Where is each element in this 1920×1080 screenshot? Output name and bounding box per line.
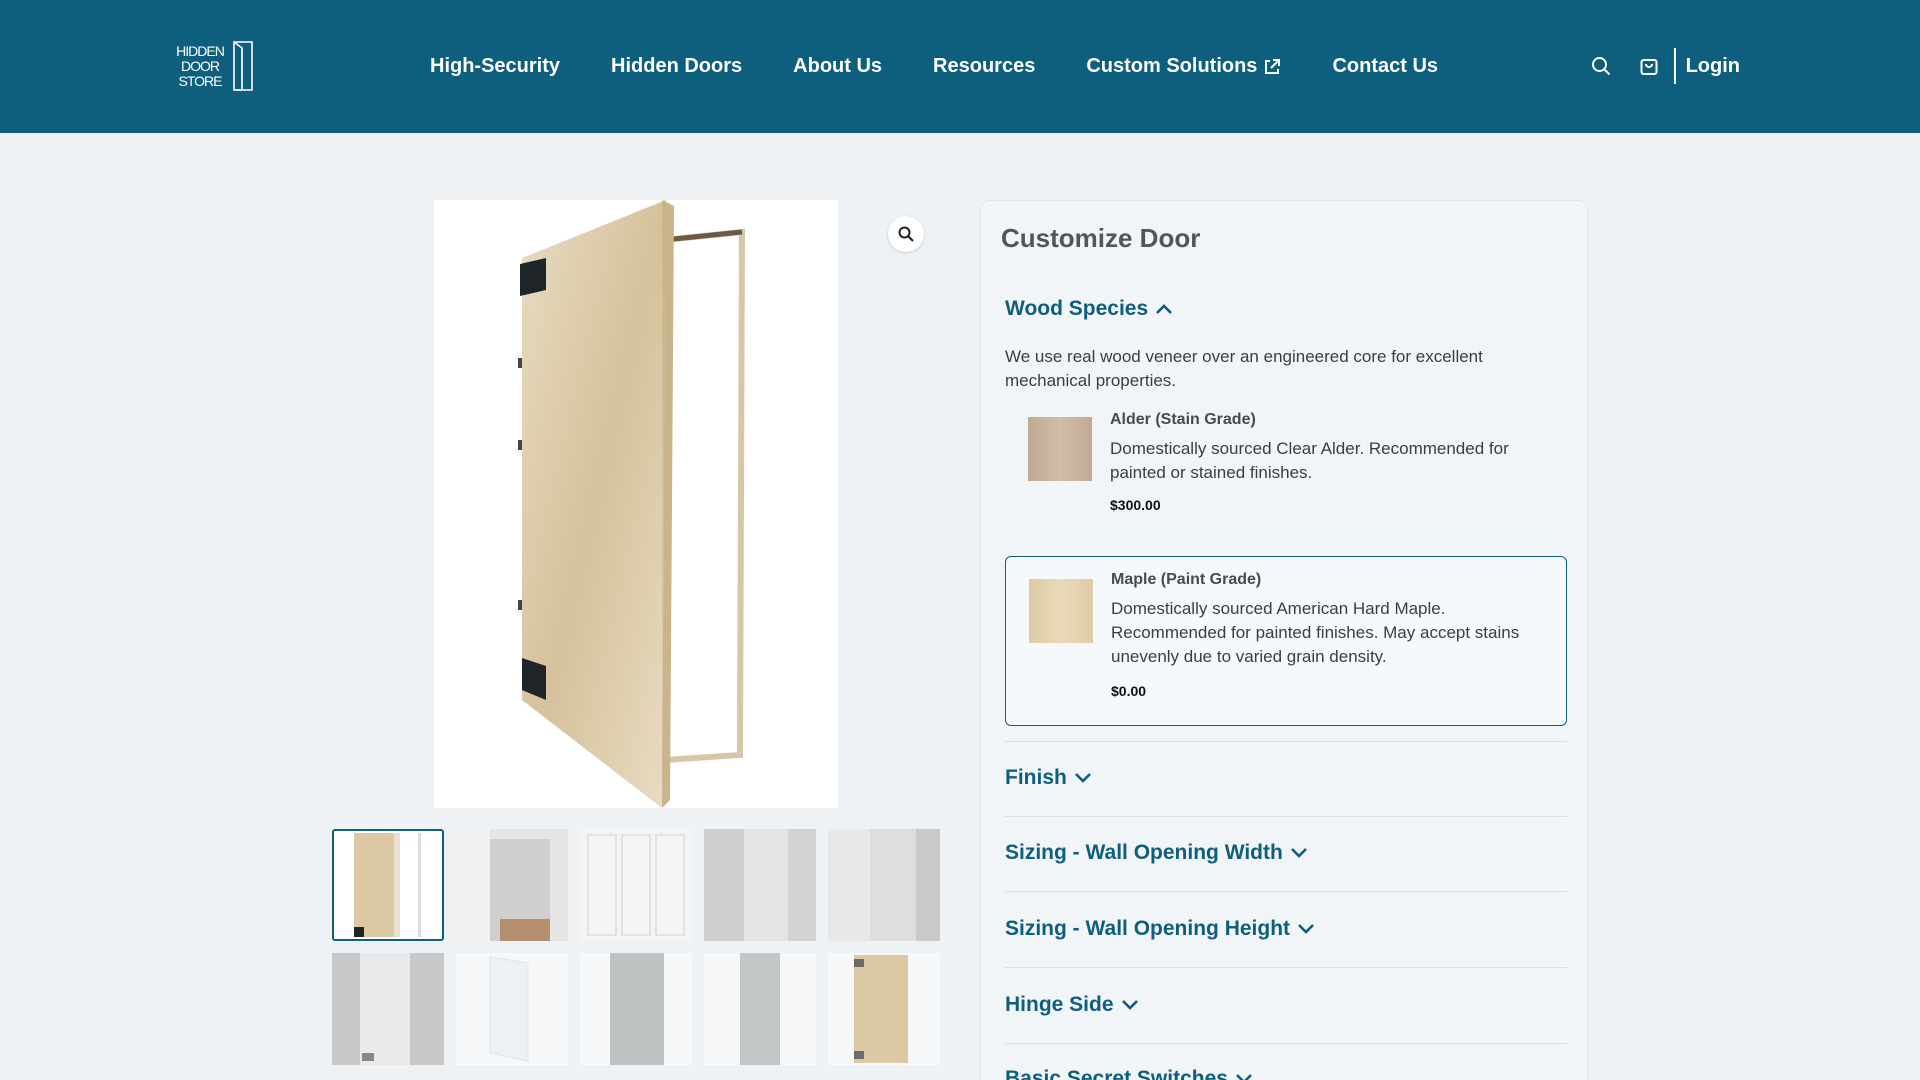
main-nav: High-Security Hidden Doors About Us Reso… [430, 0, 1489, 133]
section-divider [1005, 967, 1567, 968]
header-divider [1673, 48, 1676, 84]
section-wall-opening-height[interactable]: Sizing - Wall Opening Height [1005, 917, 1315, 941]
wood-species-description: We use real wood veneer over an engineer… [1005, 347, 1483, 390]
chevron-up-icon [1155, 303, 1173, 315]
thumbnail-5[interactable] [828, 829, 940, 941]
thumbnail-6[interactable] [332, 953, 444, 1065]
main-product-image[interactable] [434, 200, 838, 808]
option-description: Domestically sourced Clear Alder. Recomm… [1110, 439, 1509, 482]
logo-wordmark: HIDDEN DOOR STORE [176, 42, 225, 89]
customize-panel: Customize Door Wood Species We use real … [980, 200, 1588, 1080]
thumbnail-3[interactable] [580, 829, 692, 941]
chevron-down-icon [1235, 1073, 1253, 1080]
thumbnail-7[interactable] [456, 953, 568, 1065]
section-divider [1005, 891, 1567, 892]
section-wood-species[interactable]: Wood Species [1005, 297, 1173, 321]
thumbnail-2[interactable] [456, 829, 568, 941]
option-alder[interactable]: Alder (Stain Grade) Domestically sourced… [1005, 401, 1567, 521]
login-link[interactable]: Login [1686, 55, 1740, 78]
search-icon[interactable] [1590, 55, 1612, 77]
chevron-down-icon [1290, 847, 1308, 859]
maple-swatch [1029, 579, 1093, 643]
option-maple[interactable]: Maple (Paint Grade) Domestically sourced… [1005, 556, 1567, 726]
thumbnail-1[interactable] [332, 829, 444, 941]
thumbnail-4[interactable] [704, 829, 816, 941]
door-product-illustration [518, 200, 746, 808]
site-header: HIDDEN DOOR STORE High-Security Hidden D… [0, 0, 1920, 133]
nav-item-custom-solutions[interactable]: Custom Solutions [1086, 55, 1281, 78]
option-price: $0.00 [1111, 683, 1147, 699]
site-logo[interactable]: HIDDEN DOOR STORE [170, 38, 266, 94]
nav-item-contact-us[interactable]: Contact Us [1332, 55, 1438, 78]
nav-item-resources[interactable]: Resources [933, 55, 1035, 78]
option-name: Maple (Paint Grade) [1111, 571, 1262, 588]
magnifier-icon [898, 226, 914, 242]
thumbnail-9[interactable] [704, 953, 816, 1065]
shopping-bag-icon[interactable] [1638, 55, 1660, 77]
door-logo-icon [233, 41, 253, 91]
option-price: $300.00 [1110, 497, 1161, 513]
thumbnail-8[interactable] [580, 953, 692, 1065]
chevron-down-icon [1121, 999, 1139, 1011]
nav-item-hidden-doors[interactable]: Hidden Doors [611, 55, 742, 78]
nav-item-about-us[interactable]: About Us [793, 55, 882, 78]
section-finish[interactable]: Finish [1005, 766, 1092, 790]
option-description: Domestically sourced American Hard Maple… [1111, 599, 1520, 666]
zoom-button[interactable] [888, 216, 924, 252]
nav-item-high-security[interactable]: High-Security [430, 55, 560, 78]
header-actions: Login [1564, 48, 1740, 84]
thumbnail-10[interactable] [828, 953, 940, 1065]
section-divider [1005, 1043, 1567, 1044]
section-basic-secret-switches[interactable]: Basic Secret Switches [1005, 1067, 1253, 1080]
chevron-down-icon [1074, 772, 1092, 784]
chevron-down-icon [1297, 923, 1315, 935]
section-divider [1005, 816, 1567, 817]
alder-swatch [1028, 417, 1092, 481]
section-hinge-side[interactable]: Hinge Side [1005, 993, 1139, 1017]
external-link-icon [1263, 58, 1281, 76]
section-wall-opening-width[interactable]: Sizing - Wall Opening Width [1005, 841, 1308, 865]
section-divider [1005, 741, 1567, 742]
option-name: Alder (Stain Grade) [1110, 411, 1256, 428]
panel-title: Customize Door [1001, 223, 1201, 253]
